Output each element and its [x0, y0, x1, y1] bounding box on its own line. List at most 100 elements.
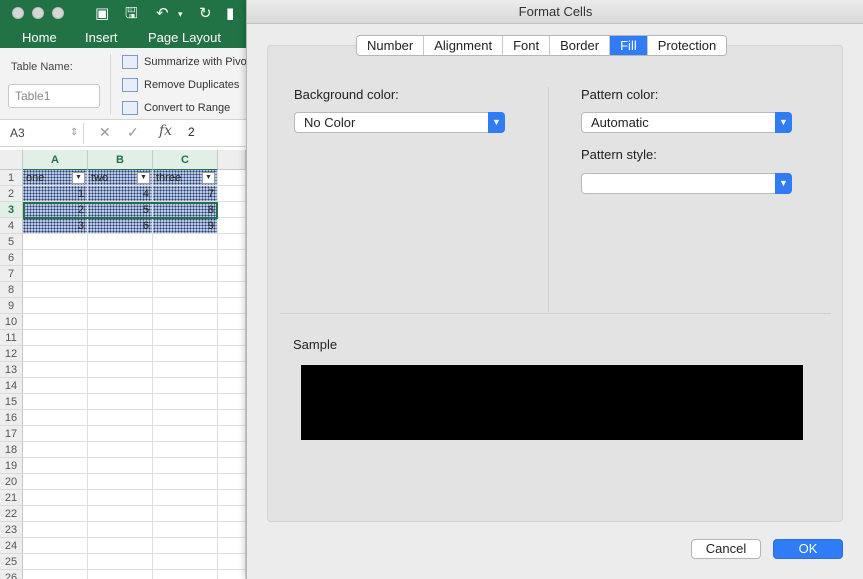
table-cell[interactable]: [153, 362, 218, 378]
table-cell[interactable]: [23, 346, 88, 362]
close-window-button[interactable]: [12, 7, 24, 19]
table-cell[interactable]: [88, 522, 153, 538]
tab-fill[interactable]: Fill: [610, 36, 648, 55]
row-header[interactable]: 13: [0, 362, 23, 378]
table-cell[interactable]: [218, 346, 246, 362]
column-header-c[interactable]: C: [153, 150, 218, 170]
row-header[interactable]: 24: [0, 538, 23, 554]
table-cell[interactable]: [218, 314, 246, 330]
table-cell[interactable]: [218, 378, 246, 394]
table-cell[interactable]: [218, 522, 246, 538]
pattern-style-select[interactable]: ▼: [581, 173, 792, 194]
cancel-button[interactable]: Cancel: [691, 539, 761, 559]
tab-alignment[interactable]: Alignment: [424, 36, 504, 55]
undo-icon[interactable]: ↶: [156, 4, 169, 22]
table-cell[interactable]: [88, 266, 153, 282]
table-cell[interactable]: [153, 330, 218, 346]
table-cell[interactable]: [153, 538, 218, 554]
table-cell[interactable]: [218, 570, 246, 579]
table-cell[interactable]: 7: [153, 186, 218, 202]
table-cell[interactable]: [88, 570, 153, 579]
table-cell[interactable]: [153, 426, 218, 442]
table-cell[interactable]: [88, 250, 153, 266]
column-header-d[interactable]: [218, 150, 246, 170]
row-header[interactable]: 18: [0, 442, 23, 458]
ribbon-tab-insert[interactable]: Insert: [85, 30, 118, 45]
row-header[interactable]: 12: [0, 346, 23, 362]
ribbon-tab-home[interactable]: Home: [22, 30, 57, 45]
row-header[interactable]: 21: [0, 490, 23, 506]
close-icon[interactable]: ✕: [99, 124, 111, 141]
table-cell[interactable]: [218, 202, 246, 218]
table-cell[interactable]: [23, 442, 88, 458]
clipboard-icon[interactable]: ▮: [226, 4, 234, 22]
table-cell[interactable]: [88, 506, 153, 522]
table-cell[interactable]: [88, 378, 153, 394]
table-cell[interactable]: [88, 442, 153, 458]
table-cell[interactable]: [23, 314, 88, 330]
row-header[interactable]: 2: [0, 186, 23, 202]
row-header[interactable]: 6: [0, 250, 23, 266]
table-cell[interactable]: [23, 250, 88, 266]
table-cell[interactable]: [153, 506, 218, 522]
row-header[interactable]: 1: [0, 170, 23, 186]
table-cell[interactable]: [153, 378, 218, 394]
row-header[interactable]: 14: [0, 378, 23, 394]
sidebar-icon[interactable]: ▣: [95, 4, 109, 22]
column-header-a[interactable]: A: [23, 150, 88, 170]
table-cell[interactable]: [153, 298, 218, 314]
row-header[interactable]: 10: [0, 314, 23, 330]
table-cell[interactable]: [218, 426, 246, 442]
redo-icon[interactable]: ↻: [199, 4, 212, 22]
table-cell[interactable]: [88, 234, 153, 250]
table-cell[interactable]: [88, 314, 153, 330]
table-cell[interactable]: [218, 234, 246, 250]
table-cell[interactable]: [153, 250, 218, 266]
table-cell[interactable]: [23, 522, 88, 538]
insert-function-icon[interactable]: fx: [159, 123, 172, 139]
undo-dropdown-icon[interactable]: ▾: [178, 6, 183, 24]
table-cell[interactable]: [153, 442, 218, 458]
table-cell[interactable]: [88, 410, 153, 426]
table-cell[interactable]: [218, 410, 246, 426]
worksheet-grid[interactable]: A B C 1 one ▼ two ▼ three ▼ 2 1 4 7 3 2 5 8 4 3 6 9 5 6 7 8 9 10 11 1…: [0, 150, 246, 579]
select-all-corner[interactable]: [0, 150, 23, 170]
row-header[interactable]: 23: [0, 522, 23, 538]
table-cell[interactable]: [218, 250, 246, 266]
tab-protection[interactable]: Protection: [647, 36, 727, 55]
row-header[interactable]: 22: [0, 506, 23, 522]
table-cell[interactable]: [88, 282, 153, 298]
table-cell[interactable]: [88, 330, 153, 346]
table-cell[interactable]: [88, 554, 153, 570]
table-cell[interactable]: [153, 394, 218, 410]
table-cell[interactable]: [88, 394, 153, 410]
row-header[interactable]: 9: [0, 298, 23, 314]
table-cell[interactable]: [218, 490, 246, 506]
tab-font[interactable]: Font: [503, 36, 551, 55]
table-header-cell[interactable]: one ▼: [23, 170, 88, 186]
pattern-color-select[interactable]: Automatic ▼: [581, 112, 792, 133]
background-color-select[interactable]: No Color ▼: [294, 112, 505, 133]
row-header[interactable]: 16: [0, 410, 23, 426]
table-cell[interactable]: [218, 458, 246, 474]
row-header[interactable]: 20: [0, 474, 23, 490]
table-cell[interactable]: [23, 490, 88, 506]
table-cell[interactable]: [88, 346, 153, 362]
column-header-b[interactable]: B: [88, 150, 153, 170]
table-cell[interactable]: [23, 362, 88, 378]
table-cell[interactable]: [88, 490, 153, 506]
table-cell[interactable]: [218, 218, 246, 234]
table-header-cell[interactable]: two ▼: [88, 170, 153, 186]
check-icon[interactable]: ✓: [127, 124, 139, 141]
ribbon-tab-page-layout[interactable]: Page Layout: [148, 30, 221, 45]
table-cell[interactable]: [88, 298, 153, 314]
row-header[interactable]: 3: [0, 202, 23, 218]
table-cell[interactable]: [88, 538, 153, 554]
table-cell[interactable]: [23, 378, 88, 394]
table-cell[interactable]: [23, 234, 88, 250]
row-header[interactable]: 19: [0, 458, 23, 474]
table-cell[interactable]: [23, 458, 88, 474]
table-cell[interactable]: [88, 458, 153, 474]
table-cell[interactable]: [218, 330, 246, 346]
table-cell[interactable]: 9: [153, 218, 218, 234]
